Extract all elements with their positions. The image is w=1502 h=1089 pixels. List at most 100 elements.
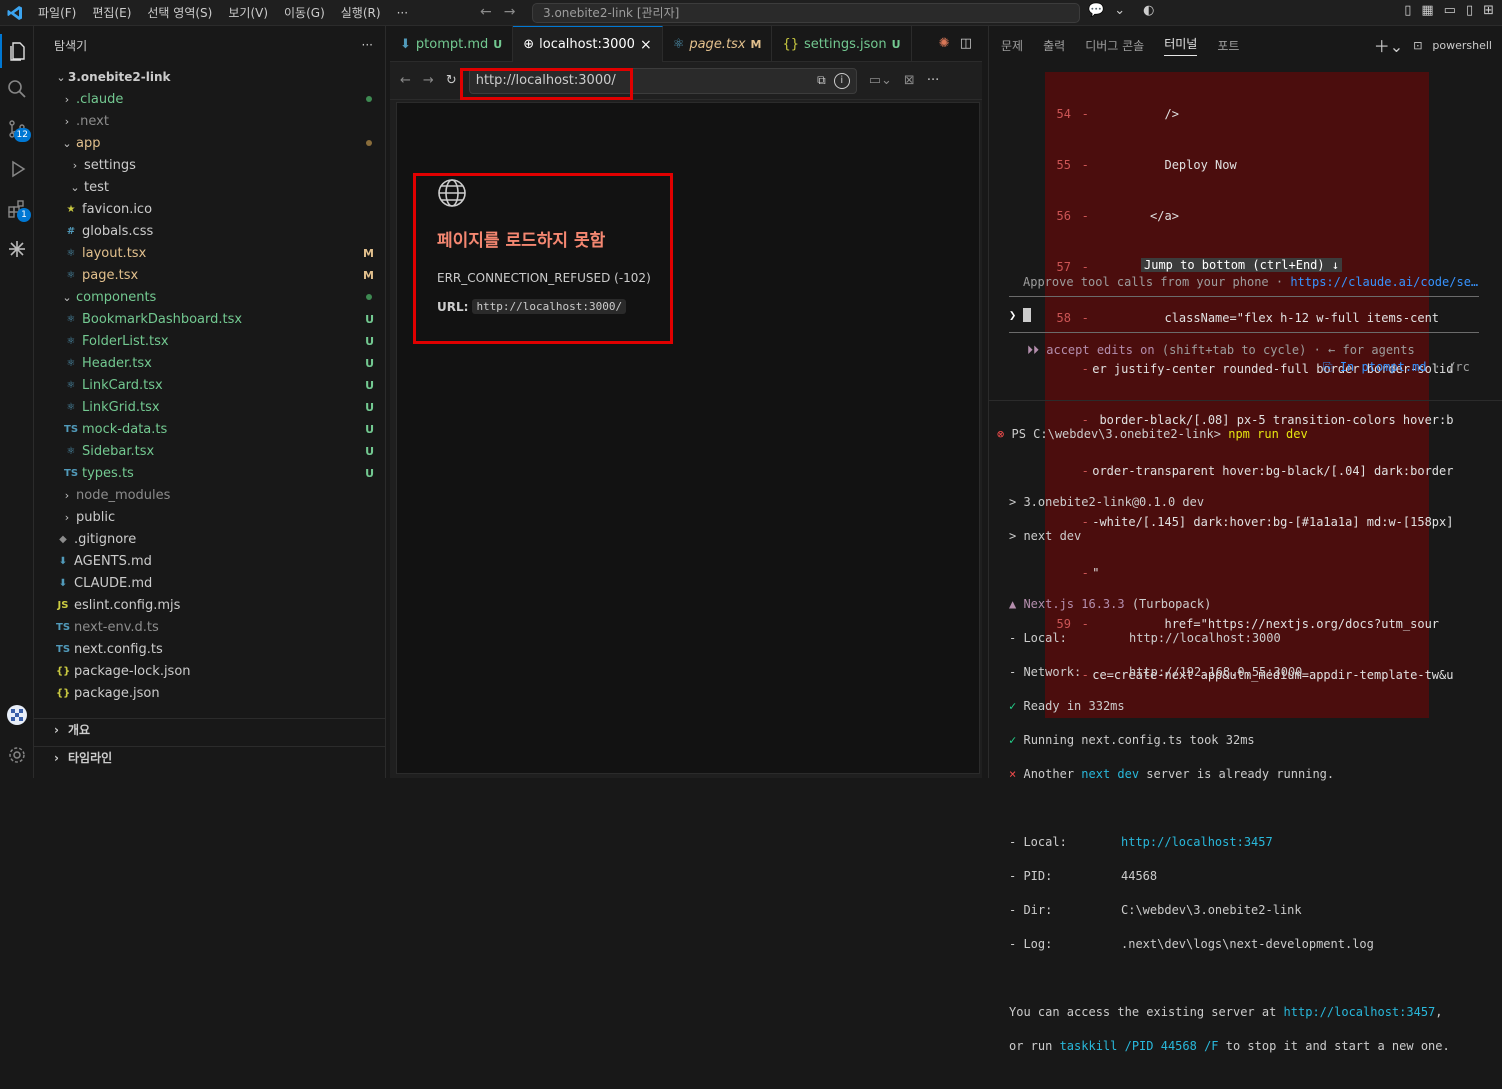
markdown-icon: ⬇ bbox=[400, 36, 411, 52]
reload-icon[interactable]: ↻ bbox=[446, 73, 457, 88]
menu-view[interactable]: 보기(V) bbox=[220, 4, 276, 21]
extensions-badge: 1 bbox=[17, 208, 31, 222]
account-avatar[interactable] bbox=[0, 698, 34, 732]
tree-folder-public[interactable]: › public bbox=[34, 506, 386, 528]
tab-problems[interactable]: 문제 bbox=[1001, 37, 1023, 54]
tree-folder-app[interactable]: ⌄ app bbox=[34, 132, 386, 154]
status-dot bbox=[366, 294, 372, 300]
layout-icon[interactable]: ▦ bbox=[1421, 3, 1433, 18]
chevron-down-icon: ⌄ bbox=[62, 136, 72, 150]
tab-ports[interactable]: 포트 bbox=[1217, 37, 1239, 54]
tree-file-agents-md[interactable]: ⬇ AGENTS.md bbox=[34, 550, 386, 572]
file-tree: ⌄ 3.onebite2-link › .claude › .next ⌄ ap… bbox=[34, 66, 386, 704]
menu-edit[interactable]: 편집(E) bbox=[84, 4, 139, 21]
accept-edits-line: ⏵⏵ accept edits on (shift+tab to cycle) … bbox=[1027, 343, 1415, 357]
split-editor-icon[interactable]: ◫ bbox=[960, 36, 972, 51]
tree-file-sidebar[interactable]: ⚛ Sidebar.tsx U bbox=[34, 440, 386, 462]
menu-run[interactable]: 실행(R) bbox=[333, 4, 389, 21]
menu-file[interactable]: 파일(F) bbox=[30, 4, 84, 21]
shell-name[interactable]: powershell bbox=[1432, 39, 1492, 52]
tree-file-eslint[interactable]: JS eslint.config.mjs bbox=[34, 594, 386, 616]
tab-terminal[interactable]: 터미널 bbox=[1164, 35, 1198, 56]
explorer-title: 탐색기 bbox=[54, 38, 88, 53]
vscode-logo-icon bbox=[0, 0, 30, 26]
chat-icon[interactable]: 💬 bbox=[1088, 3, 1104, 18]
extensions-icon[interactable]: 1 bbox=[0, 192, 34, 226]
tree-file-linkcard[interactable]: ⚛ LinkCard.tsx U bbox=[34, 374, 386, 396]
cast-icon[interactable]: ▭⌄ bbox=[869, 73, 892, 88]
menu-selection[interactable]: 선택 영역(S) bbox=[139, 4, 220, 21]
editor-tabs: ⬇ ptompt.md U ⊕ localhost:3000 × ⚛ page.… bbox=[390, 26, 982, 62]
react-icon: ⚛ bbox=[66, 401, 76, 413]
tree-file-header[interactable]: ⚛ Header.tsx U bbox=[34, 352, 386, 374]
typescript-icon: TS bbox=[56, 621, 71, 633]
explorer-sidebar: 탐색기 ··· ⌄ 3.onebite2-link › .claude › .n… bbox=[34, 26, 386, 778]
browser-more-icon[interactable]: ··· bbox=[927, 73, 939, 88]
close-icon[interactable]: × bbox=[640, 37, 652, 53]
tree-file-bookmark-dashboard[interactable]: ⚛ BookmarkDashboard.tsx U bbox=[34, 308, 386, 330]
run-debug-icon[interactable] bbox=[0, 152, 34, 186]
browser-back-icon[interactable]: ← bbox=[400, 73, 411, 88]
info-icon[interactable]: i bbox=[833, 72, 850, 89]
inspect-icon[interactable]: ⊠ bbox=[904, 73, 915, 88]
search-icon[interactable] bbox=[0, 72, 34, 106]
copy-icon[interactable]: ⧉ bbox=[817, 73, 826, 88]
customize-layout-icon[interactable]: ⊞ bbox=[1483, 3, 1494, 18]
tree-folder-node-modules[interactable]: › node_modules bbox=[34, 484, 386, 506]
tree-file-layout[interactable]: ⚛ layout.tsx M bbox=[34, 242, 386, 264]
tree-folder-next[interactable]: › .next bbox=[34, 110, 386, 132]
tab-localhost[interactable]: ⊕ localhost:3000 × bbox=[513, 26, 663, 62]
new-terminal-icon[interactable]: ＋⌄ bbox=[1374, 33, 1403, 57]
tree-folder-claude[interactable]: › .claude bbox=[34, 88, 386, 110]
tree-file-next-env[interactable]: TS next-env.d.ts bbox=[34, 616, 386, 638]
claude-star-icon[interactable]: ✺ bbox=[939, 36, 950, 51]
json-braces-icon: {} bbox=[782, 36, 800, 52]
toggle-sidebar-icon[interactable]: ▯ bbox=[1404, 3, 1411, 18]
jump-to-bottom-button[interactable]: Jump to bottom (ctrl+End) ↓ bbox=[1141, 258, 1343, 272]
tree-file-globals-css[interactable]: # globals.css bbox=[34, 220, 386, 242]
diff-line: 58 - className="flex h-12 w-full items-c… bbox=[1056, 311, 1440, 325]
error-highlight-box bbox=[413, 173, 673, 344]
toggle-secondary-sidebar-icon[interactable]: ▯ bbox=[1466, 3, 1473, 18]
tab-ptompt-md[interactable]: ⬇ ptompt.md U bbox=[390, 26, 514, 62]
tree-file-mock-data[interactable]: TS mock-data.ts U bbox=[34, 418, 386, 440]
tree-folder-settings[interactable]: › settings bbox=[34, 154, 386, 176]
tree-file-package-json[interactable]: {} package.json bbox=[34, 682, 386, 704]
approve-link[interactable]: https://claude.ai/code/se… bbox=[1290, 275, 1478, 289]
tab-page-tsx[interactable]: ⚛ page.tsx M bbox=[663, 26, 773, 62]
tree-file-linkgrid[interactable]: ⚛ LinkGrid.tsx U bbox=[34, 396, 386, 418]
chevron-down-icon[interactable]: ⌄ bbox=[1114, 3, 1125, 18]
tree-file-folderlist[interactable]: ⚛ FolderList.tsx U bbox=[34, 330, 386, 352]
back-arrow-icon[interactable]: ← bbox=[480, 4, 492, 20]
command-center[interactable]: 3.onebite2-link [관리자] bbox=[532, 3, 1080, 23]
explorer-icon[interactable] bbox=[0, 34, 34, 68]
tab-output[interactable]: 출력 bbox=[1043, 37, 1065, 54]
settings-gear-icon[interactable] bbox=[0, 738, 34, 772]
claude-icon[interactable] bbox=[0, 232, 34, 266]
css-hash-icon: # bbox=[66, 225, 76, 237]
browser-forward-icon[interactable]: → bbox=[423, 73, 434, 88]
source-control-icon[interactable]: 12 bbox=[0, 112, 34, 146]
tree-file-gitignore[interactable]: ◆ .gitignore bbox=[34, 528, 386, 550]
tree-root[interactable]: ⌄ 3.onebite2-link bbox=[34, 66, 386, 88]
tree-file-types[interactable]: TS types.ts U bbox=[34, 462, 386, 484]
copilot-icon[interactable]: ◐ bbox=[1143, 3, 1154, 18]
tree-file-favicon[interactable]: ★ favicon.ico bbox=[34, 198, 386, 220]
forward-arrow-icon[interactable]: → bbox=[504, 4, 516, 20]
tree-file-package-lock[interactable]: {} package-lock.json bbox=[34, 660, 386, 682]
tab-debug-console[interactable]: 디버그 콘솔 bbox=[1085, 37, 1144, 54]
explorer-more-button[interactable]: ··· bbox=[362, 38, 373, 52]
menu-more[interactable]: ··· bbox=[389, 6, 416, 20]
tree-folder-components[interactable]: ⌄ components bbox=[34, 286, 386, 308]
tree-file-page[interactable]: ⚛ page.tsx M bbox=[34, 264, 386, 286]
javascript-icon: JS bbox=[57, 599, 69, 611]
toggle-panel-icon[interactable]: ▭ bbox=[1444, 3, 1456, 18]
tab-settings-json[interactable]: {} settings.json U bbox=[772, 26, 912, 62]
timeline-section[interactable]: › 타임라인 bbox=[34, 746, 386, 768]
tree-file-next-config[interactable]: TS next.config.ts bbox=[34, 638, 386, 660]
claude-prompt[interactable]: ❯ _ bbox=[1009, 307, 1031, 324]
outline-section[interactable]: › 개요 bbox=[34, 718, 386, 740]
menu-go[interactable]: 이동(G) bbox=[276, 4, 333, 21]
tree-folder-test[interactable]: ⌄ test bbox=[34, 176, 386, 198]
tree-file-claude-md[interactable]: ⬇ CLAUDE.md bbox=[34, 572, 386, 594]
